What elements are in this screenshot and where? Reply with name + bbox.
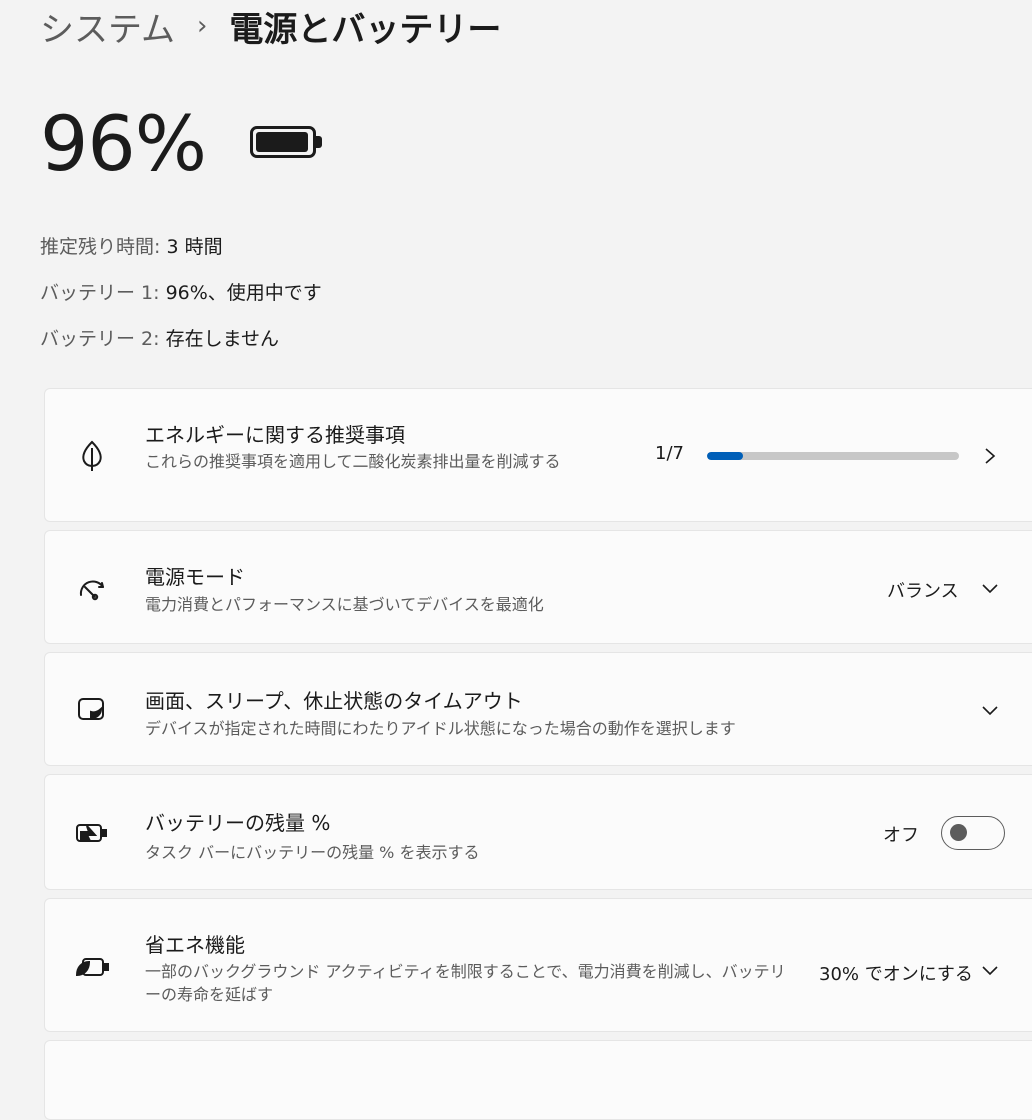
battery-icon bbox=[249, 126, 328, 162]
power-mode-title: 電源モード bbox=[145, 565, 245, 589]
power-mode-card[interactable]: 電源モード 電力消費とパフォーマンスに基づいてデバイスを最適化 バランス bbox=[44, 530, 1032, 644]
battery-charging-icon bbox=[75, 815, 109, 849]
energy-recommendations-card[interactable]: エネルギーに関する推奨事項 これらの推奨事項を適用して二酸化炭素排出量を削減する… bbox=[44, 388, 1032, 522]
battery-2-status: バッテリー 2: 存在しません bbox=[40, 324, 279, 351]
page-title: 電源とバッテリー bbox=[229, 9, 502, 50]
energy-progress-fill bbox=[707, 452, 744, 460]
battery-saver-icon bbox=[75, 949, 109, 983]
battery-percentage-toggle[interactable] bbox=[941, 816, 1005, 850]
power-mode-select[interactable]: バランス bbox=[887, 577, 959, 603]
remaining-time-label: 推定残り時間: bbox=[40, 236, 161, 258]
energy-title: エネルギーに関する推奨事項 bbox=[145, 423, 405, 447]
battery-2-value: 存在しません bbox=[165, 328, 280, 350]
battery-saver-description: 一部のバックグラウンド アクティビティを制限することで、電力消費を削減し、バッテ… bbox=[145, 962, 786, 1004]
screen-sleep-card[interactable]: 画面、スリープ、休止状態のタイムアウト デバイスが指定された時間にわたりアイドル… bbox=[44, 652, 1032, 766]
battery-percentage-title: バッテリーの残量 % bbox=[145, 811, 331, 835]
speedometer-icon bbox=[75, 571, 109, 605]
toggle-state-label: オフ bbox=[883, 825, 919, 846]
breadcrumb-separator: › bbox=[196, 11, 208, 41]
battery-percentage-description: タスク バーにバッテリーの残量 % を表示する bbox=[145, 843, 480, 862]
chevron-down-icon bbox=[981, 579, 999, 597]
battery-1-label: バッテリー 1: bbox=[40, 282, 160, 304]
battery-1-value: 96%、使用中です bbox=[165, 282, 322, 304]
battery-saver-title: 省エネ機能 bbox=[145, 933, 245, 957]
chevron-right-icon bbox=[981, 447, 999, 465]
energy-progress-count: 1/7 bbox=[655, 443, 684, 464]
screen-sleep-icon bbox=[75, 693, 109, 727]
toggle-knob bbox=[950, 824, 967, 841]
screen-sleep-description: デバイスが指定された時間にわたりアイドル状態になった場合の動作を選択します bbox=[145, 719, 736, 738]
breadcrumb-system-link[interactable]: システム bbox=[40, 2, 175, 51]
battery-percentage-card: バッテリーの残量 % タスク バーにバッテリーの残量 % を表示する オフ bbox=[44, 774, 1032, 890]
remaining-time-value: 3 時間 bbox=[166, 236, 223, 258]
battery-1-status: バッテリー 1: 96%、使用中です bbox=[40, 278, 322, 305]
battery-status: 96% bbox=[40, 106, 328, 182]
energy-description: これらの推奨事項を適用して二酸化炭素排出量を削減する bbox=[145, 452, 561, 471]
chevron-down-icon bbox=[981, 961, 999, 979]
screen-sleep-title: 画面、スリープ、休止状態のタイムアウト bbox=[145, 689, 523, 713]
power-mode-description: 電力消費とパフォーマンスに基づいてデバイスを最適化 bbox=[145, 595, 544, 614]
breadcrumb: システム › 電源とバッテリー bbox=[40, 0, 501, 52]
energy-progress-bar bbox=[707, 452, 959, 460]
remaining-time: 推定残り時間: 3 時間 bbox=[40, 232, 223, 259]
chevron-down-icon bbox=[981, 701, 999, 719]
battery-saver-select[interactable]: 30% でオンにする bbox=[819, 960, 973, 986]
battery-percent: 96% bbox=[40, 99, 207, 188]
next-setting-card[interactable] bbox=[44, 1040, 1032, 1120]
leaf-icon bbox=[75, 439, 109, 473]
battery-2-label: バッテリー 2: bbox=[40, 328, 160, 350]
battery-saver-card[interactable]: 省エネ機能 一部のバックグラウンド アクティビティを制限することで、電力消費を削… bbox=[44, 898, 1032, 1032]
